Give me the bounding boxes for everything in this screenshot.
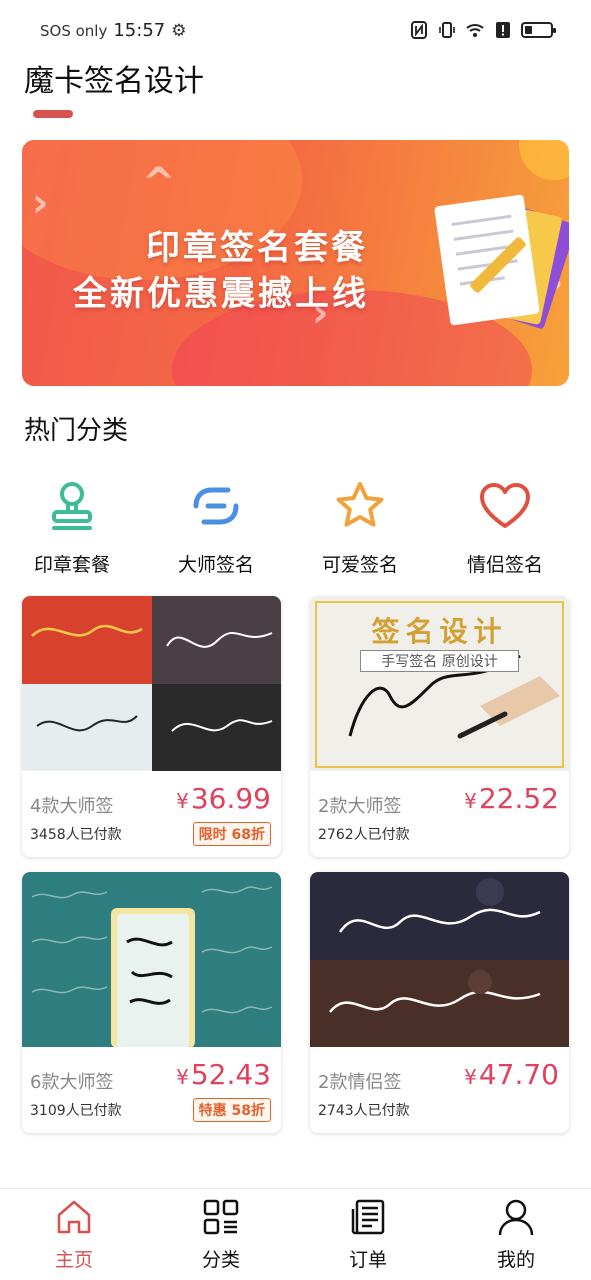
product-image xyxy=(310,872,569,1047)
product-image xyxy=(22,872,281,1047)
alert-signal-icon xyxy=(496,22,510,38)
stamp-icon xyxy=(52,482,92,530)
category-couple[interactable]: 情侣签名 xyxy=(445,478,565,577)
status-right xyxy=(409,20,556,40)
document-icon xyxy=(351,1199,385,1235)
nav-category[interactable]: 分类 xyxy=(171,1197,271,1272)
nav-home[interactable]: 主页 xyxy=(24,1197,124,1272)
person-icon xyxy=(498,1199,534,1236)
product-name: 4款大师签 xyxy=(30,796,114,817)
product-name: 2款大师签 xyxy=(318,796,402,817)
heart-icon xyxy=(480,483,530,528)
product-name: 6款大师签 xyxy=(30,1072,114,1093)
nav-profile[interactable]: 我的 xyxy=(466,1197,566,1272)
category-label: 大师签名 xyxy=(177,554,254,576)
image-title: 签名设计 xyxy=(371,615,508,648)
paid-count: 3109人已付款 xyxy=(30,1103,122,1119)
carrier-text: SOS only xyxy=(40,21,108,40)
product-card[interactable]: 6款大师签 ¥52.43 3109人已付款 特惠 58折 xyxy=(22,872,281,1133)
category-label: 可爱签名 xyxy=(321,554,398,576)
status-left: SOS only 15:57 ⚙ xyxy=(40,20,186,41)
category-row: 印章套餐 大师签名 可爱签名 情侣签名 xyxy=(0,478,591,578)
product-card[interactable]: 2款情侣签 ¥47.70 2743人已付款 xyxy=(310,872,569,1133)
product-card[interactable]: 签名设计 手写签名 原创设计 2款大师签 ¥22.52 2762人已付款 xyxy=(310,596,569,857)
nav-label: 订单 xyxy=(348,1249,387,1271)
product-name: 2款情侣签 xyxy=(318,1072,402,1093)
home-icon xyxy=(57,1200,91,1234)
product-price: ¥52.43 xyxy=(176,1058,271,1091)
status-bar: SOS only 15:57 ⚙ xyxy=(0,0,591,64)
nav-label: 主页 xyxy=(54,1249,93,1271)
page-title: 魔卡签名设计 xyxy=(24,64,204,99)
star-icon xyxy=(336,482,384,527)
bottom-nav: 主页 分类 订单 我的 xyxy=(0,1188,591,1280)
paid-count: 3458人已付款 xyxy=(30,827,122,843)
product-price: ¥22.52 xyxy=(464,782,559,815)
chevron-right-icon: › xyxy=(32,180,49,226)
banner-decoration xyxy=(519,140,569,180)
discount-tag: 限时 68折 xyxy=(192,822,271,846)
product-price: ¥47.70 xyxy=(464,1058,559,1091)
gear-icon: ⚙ xyxy=(171,20,187,41)
nav-orders[interactable]: 订单 xyxy=(318,1197,418,1272)
category-master[interactable]: 大师签名 xyxy=(156,478,276,577)
wifi-icon xyxy=(466,24,484,37)
product-card[interactable]: 4款大师签 ¥36.99 3458人已付款 限时 68折 xyxy=(22,596,281,857)
grid-list-icon xyxy=(203,1199,239,1235)
paid-count: 2762人已付款 xyxy=(318,827,410,843)
clock: 15:57 xyxy=(113,20,166,41)
chevron-up-icon: ^ xyxy=(142,160,176,206)
nfc-icon xyxy=(411,21,427,39)
nav-label: 分类 xyxy=(201,1249,240,1271)
category-stamp[interactable]: 印章套餐 xyxy=(12,478,132,577)
promo-banner[interactable]: › ^ › › 印章签名套餐 全新优惠震撼上线 xyxy=(22,140,569,386)
nav-label: 我的 xyxy=(496,1249,535,1271)
category-label: 印章套餐 xyxy=(33,554,110,576)
vibrate-icon xyxy=(439,22,455,38)
product-image: 签名设计 手写签名 原创设计 xyxy=(310,596,569,771)
banner-subheadline: 全新优惠震撼上线 xyxy=(73,274,369,314)
image-subtitle: 手写签名 原创设计 xyxy=(360,650,519,672)
product-price: ¥36.99 xyxy=(176,782,271,815)
category-label: 情侣签名 xyxy=(466,554,543,576)
category-cute[interactable]: 可爱签名 xyxy=(300,478,420,577)
document-pen-illustration xyxy=(434,194,569,329)
section-title: 热门分类 xyxy=(24,416,129,446)
title-underline xyxy=(33,110,73,118)
discount-tag: 特惠 58折 xyxy=(192,1098,271,1122)
paid-count: 2743人已付款 xyxy=(318,1103,410,1119)
product-image xyxy=(22,596,281,771)
battery-icon xyxy=(521,22,556,38)
banner-headline: 印章签名套餐 xyxy=(146,228,368,268)
signature-link-icon xyxy=(193,487,239,525)
